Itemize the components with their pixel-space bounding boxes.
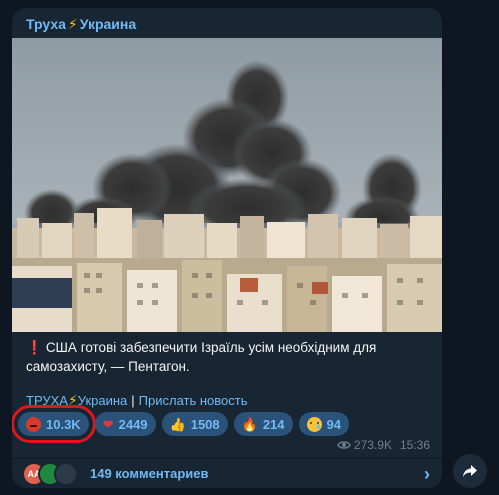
post-meta: 273.9K 15:36 — [336, 438, 430, 452]
reaction-count: 214 — [262, 416, 285, 432]
heart-icon: ❤ — [102, 416, 114, 432]
chevron-right-icon: › — [424, 464, 430, 484]
crying-face-icon — [306, 416, 322, 432]
reaction-count: 2449 — [118, 416, 148, 432]
reaction-thumbs-up[interactable]: 👍 1508 — [161, 412, 228, 436]
post-footer: ТРУХА⚡Украина | Прислать новость — [26, 392, 248, 410]
footer-separator: | — [131, 393, 135, 408]
channel-name-part1: Труха — [26, 16, 66, 32]
reaction-angry[interactable]: 10.3K — [12, 405, 96, 443]
post-body: США готові забезпечити Ізраїль усім необ… — [26, 340, 377, 374]
reaction-crying[interactable]: 94 — [298, 412, 349, 436]
exclamation-icon: ❗ — [26, 340, 43, 355]
footer-channel-part1: ТРУХА — [26, 393, 68, 408]
comments-button[interactable]: AA 149 комментариев › — [12, 459, 442, 488]
reaction-count: 10.3K — [46, 416, 81, 432]
reaction-fire[interactable]: 🔥 214 — [233, 412, 293, 436]
post-text: ❗ США готові забезпечити Ізраїль усім нео… — [26, 338, 430, 376]
channel-name-part2: Украина — [79, 16, 137, 32]
reaction-heart[interactable]: ❤ 2449 — [94, 412, 156, 436]
lightning-icon: ⚡ — [67, 392, 78, 408]
angry-face-icon — [26, 416, 41, 432]
fire-icon: 🔥 — [241, 416, 258, 432]
comments-label: 149 комментариев — [90, 466, 209, 481]
footer-channel-part2: Украина — [77, 393, 128, 408]
send-news-link[interactable]: Прислать новость — [139, 393, 248, 408]
views-count: 273.9K — [353, 438, 392, 452]
channel-name[interactable]: Труха ⚡ Украина — [26, 16, 136, 32]
reaction-count: 94 — [326, 416, 341, 432]
post-time: 15:36 — [399, 438, 430, 452]
share-button[interactable] — [453, 454, 487, 488]
footer-channel-link[interactable]: ТРУХА⚡Украина — [26, 393, 127, 408]
reaction-count: 1508 — [190, 416, 220, 432]
lightning-icon: ⚡ — [67, 16, 78, 32]
message-bubble: Труха ⚡ Украина ❗ США готові забезпечити… — [12, 8, 442, 488]
share-arrow-icon — [463, 465, 477, 477]
views-counter: 273.9K — [336, 438, 392, 452]
reactions-bar: 10.3K ❤ 2449 👍 1508 🔥 214 94 — [12, 405, 349, 443]
avatar — [54, 461, 78, 486]
thumbs-up-icon: 👍 — [169, 416, 186, 432]
commenter-avatars: AA — [22, 461, 78, 486]
eye-icon — [336, 441, 351, 449]
post-photo[interactable] — [12, 38, 442, 332]
